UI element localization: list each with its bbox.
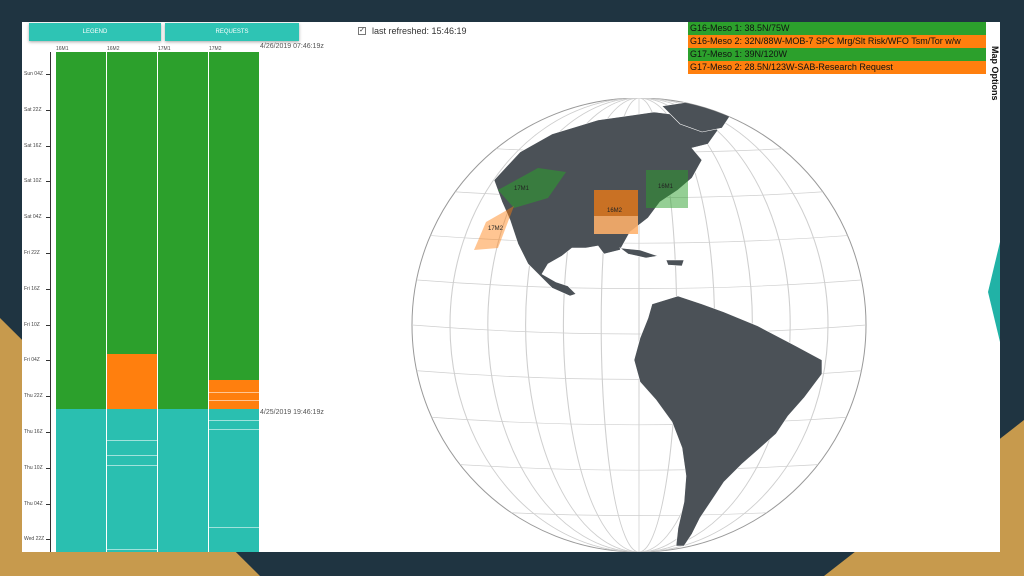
timeline-segment[interactable] [56, 409, 106, 552]
y-axis-tick [46, 396, 50, 398]
timeline-segment[interactable] [209, 380, 259, 409]
y-axis-tick [46, 539, 50, 541]
y-axis-label: Wed 22Z [24, 536, 45, 543]
timeline-segment[interactable] [209, 52, 259, 380]
timeline-segment[interactable] [107, 409, 157, 552]
y-axis-label: Sat 22Z [24, 106, 42, 113]
y-axis-label: Fri 10Z [24, 321, 40, 328]
y-axis-tick [46, 503, 50, 505]
sector-label-17m1: 17M1 [514, 186, 530, 192]
top-timestamp: 4/26/2019 07:46:19z [260, 43, 324, 50]
map-options-label: Map Options [990, 46, 1000, 101]
last-refreshed-text: last refreshed: 15:46:19 [372, 26, 467, 36]
timeline-column-16m2[interactable] [106, 52, 157, 552]
timeline-divider [107, 465, 157, 466]
legend-button[interactable]: LEGEND [29, 23, 161, 41]
current-time-timestamp: 4/25/2019 19:46:19z [260, 409, 324, 416]
y-axis [50, 52, 51, 552]
y-axis-label: Sun 04Z [24, 71, 43, 77]
y-axis-label: Sat 16Z [24, 142, 42, 149]
timeline-divider [107, 549, 157, 550]
y-axis-label: Thu 04Z [24, 500, 43, 507]
sector-row-g16-meso1[interactable]: G16-Meso 1: 38.5N/75W [688, 22, 986, 35]
timeline-column-17m2[interactable] [208, 52, 259, 552]
y-axis-label: Sat 04Z [24, 214, 42, 221]
hispaniola-landmass [665, 259, 685, 267]
timeline-segment[interactable] [158, 409, 208, 552]
y-axis-tick [46, 109, 50, 111]
y-axis-tick [46, 253, 50, 254]
globe-map[interactable]: 17M1 16M1 16M2 17M2 [402, 98, 922, 552]
y-axis-label: Sat 10Z [24, 178, 42, 185]
y-axis-tick [46, 360, 50, 362]
sector-row-g17-meso1[interactable]: G17-Meso 1: 39N/120W [688, 48, 986, 61]
timeline-column-16m1[interactable] [55, 52, 106, 552]
y-axis-label: Thu 16Z [24, 429, 43, 435]
timeline-divider [209, 400, 259, 401]
y-axis-tick [46, 467, 50, 469]
y-axis-label: Fri 22Z [24, 250, 40, 256]
y-axis-tick [46, 181, 50, 183]
sector-row-g16-meso2[interactable]: G16-Meso 2: 32N/88W-MOB-7 SPC Mrg/Slt Ri… [688, 35, 986, 48]
timeline-divider [209, 420, 259, 421]
sector-label-17m2: 17M2 [488, 226, 504, 232]
map-options-toggle[interactable]: Map Options [990, 46, 1000, 136]
timeline-segment[interactable] [107, 52, 157, 354]
timeline-segment[interactable] [56, 52, 106, 409]
sector-row-g17-meso2[interactable]: G17-Meso 2: 28.5N/123W-SAB-Research Requ… [688, 61, 986, 74]
sector-label-16m1: 16M1 [658, 184, 674, 190]
timeline-column-17m1[interactable] [157, 52, 208, 552]
y-axis-tick [46, 432, 50, 433]
timeline-segment[interactable] [107, 354, 157, 409]
timeline-divider [107, 455, 157, 456]
requests-button[interactable]: REQUESTS [165, 23, 299, 41]
timeline-divider [209, 429, 259, 430]
auto-refresh-checkbox[interactable]: ✓ [358, 27, 366, 35]
y-axis-tick [46, 217, 50, 219]
slide: LEGEND REQUESTS 16M1 16M2 17M1 17M2 4/26… [22, 22, 1000, 552]
y-axis-label: Fri 04Z [24, 357, 40, 364]
y-axis-tick [46, 288, 50, 290]
sector-list: G16-Meso 1: 38.5N/75W G16-Meso 2: 32N/88… [688, 22, 986, 74]
y-axis-label: Thu 10Z [24, 464, 43, 471]
timeline-divider [107, 440, 157, 441]
y-axis-tick [46, 74, 50, 75]
y-axis-label: Thu 22Z [24, 393, 43, 400]
sector-label-16m2: 16M2 [607, 208, 623, 214]
timeline-divider [209, 527, 259, 528]
y-axis-tick [46, 324, 50, 326]
y-axis-tick [46, 145, 50, 147]
y-axis-label: Fri 16Z [24, 285, 40, 292]
timeline-divider [209, 392, 259, 393]
refresh-status: ✓ last refreshed: 15:46:19 [358, 26, 467, 36]
timeline-segment[interactable] [209, 409, 259, 552]
timeline-segment[interactable] [158, 52, 208, 409]
